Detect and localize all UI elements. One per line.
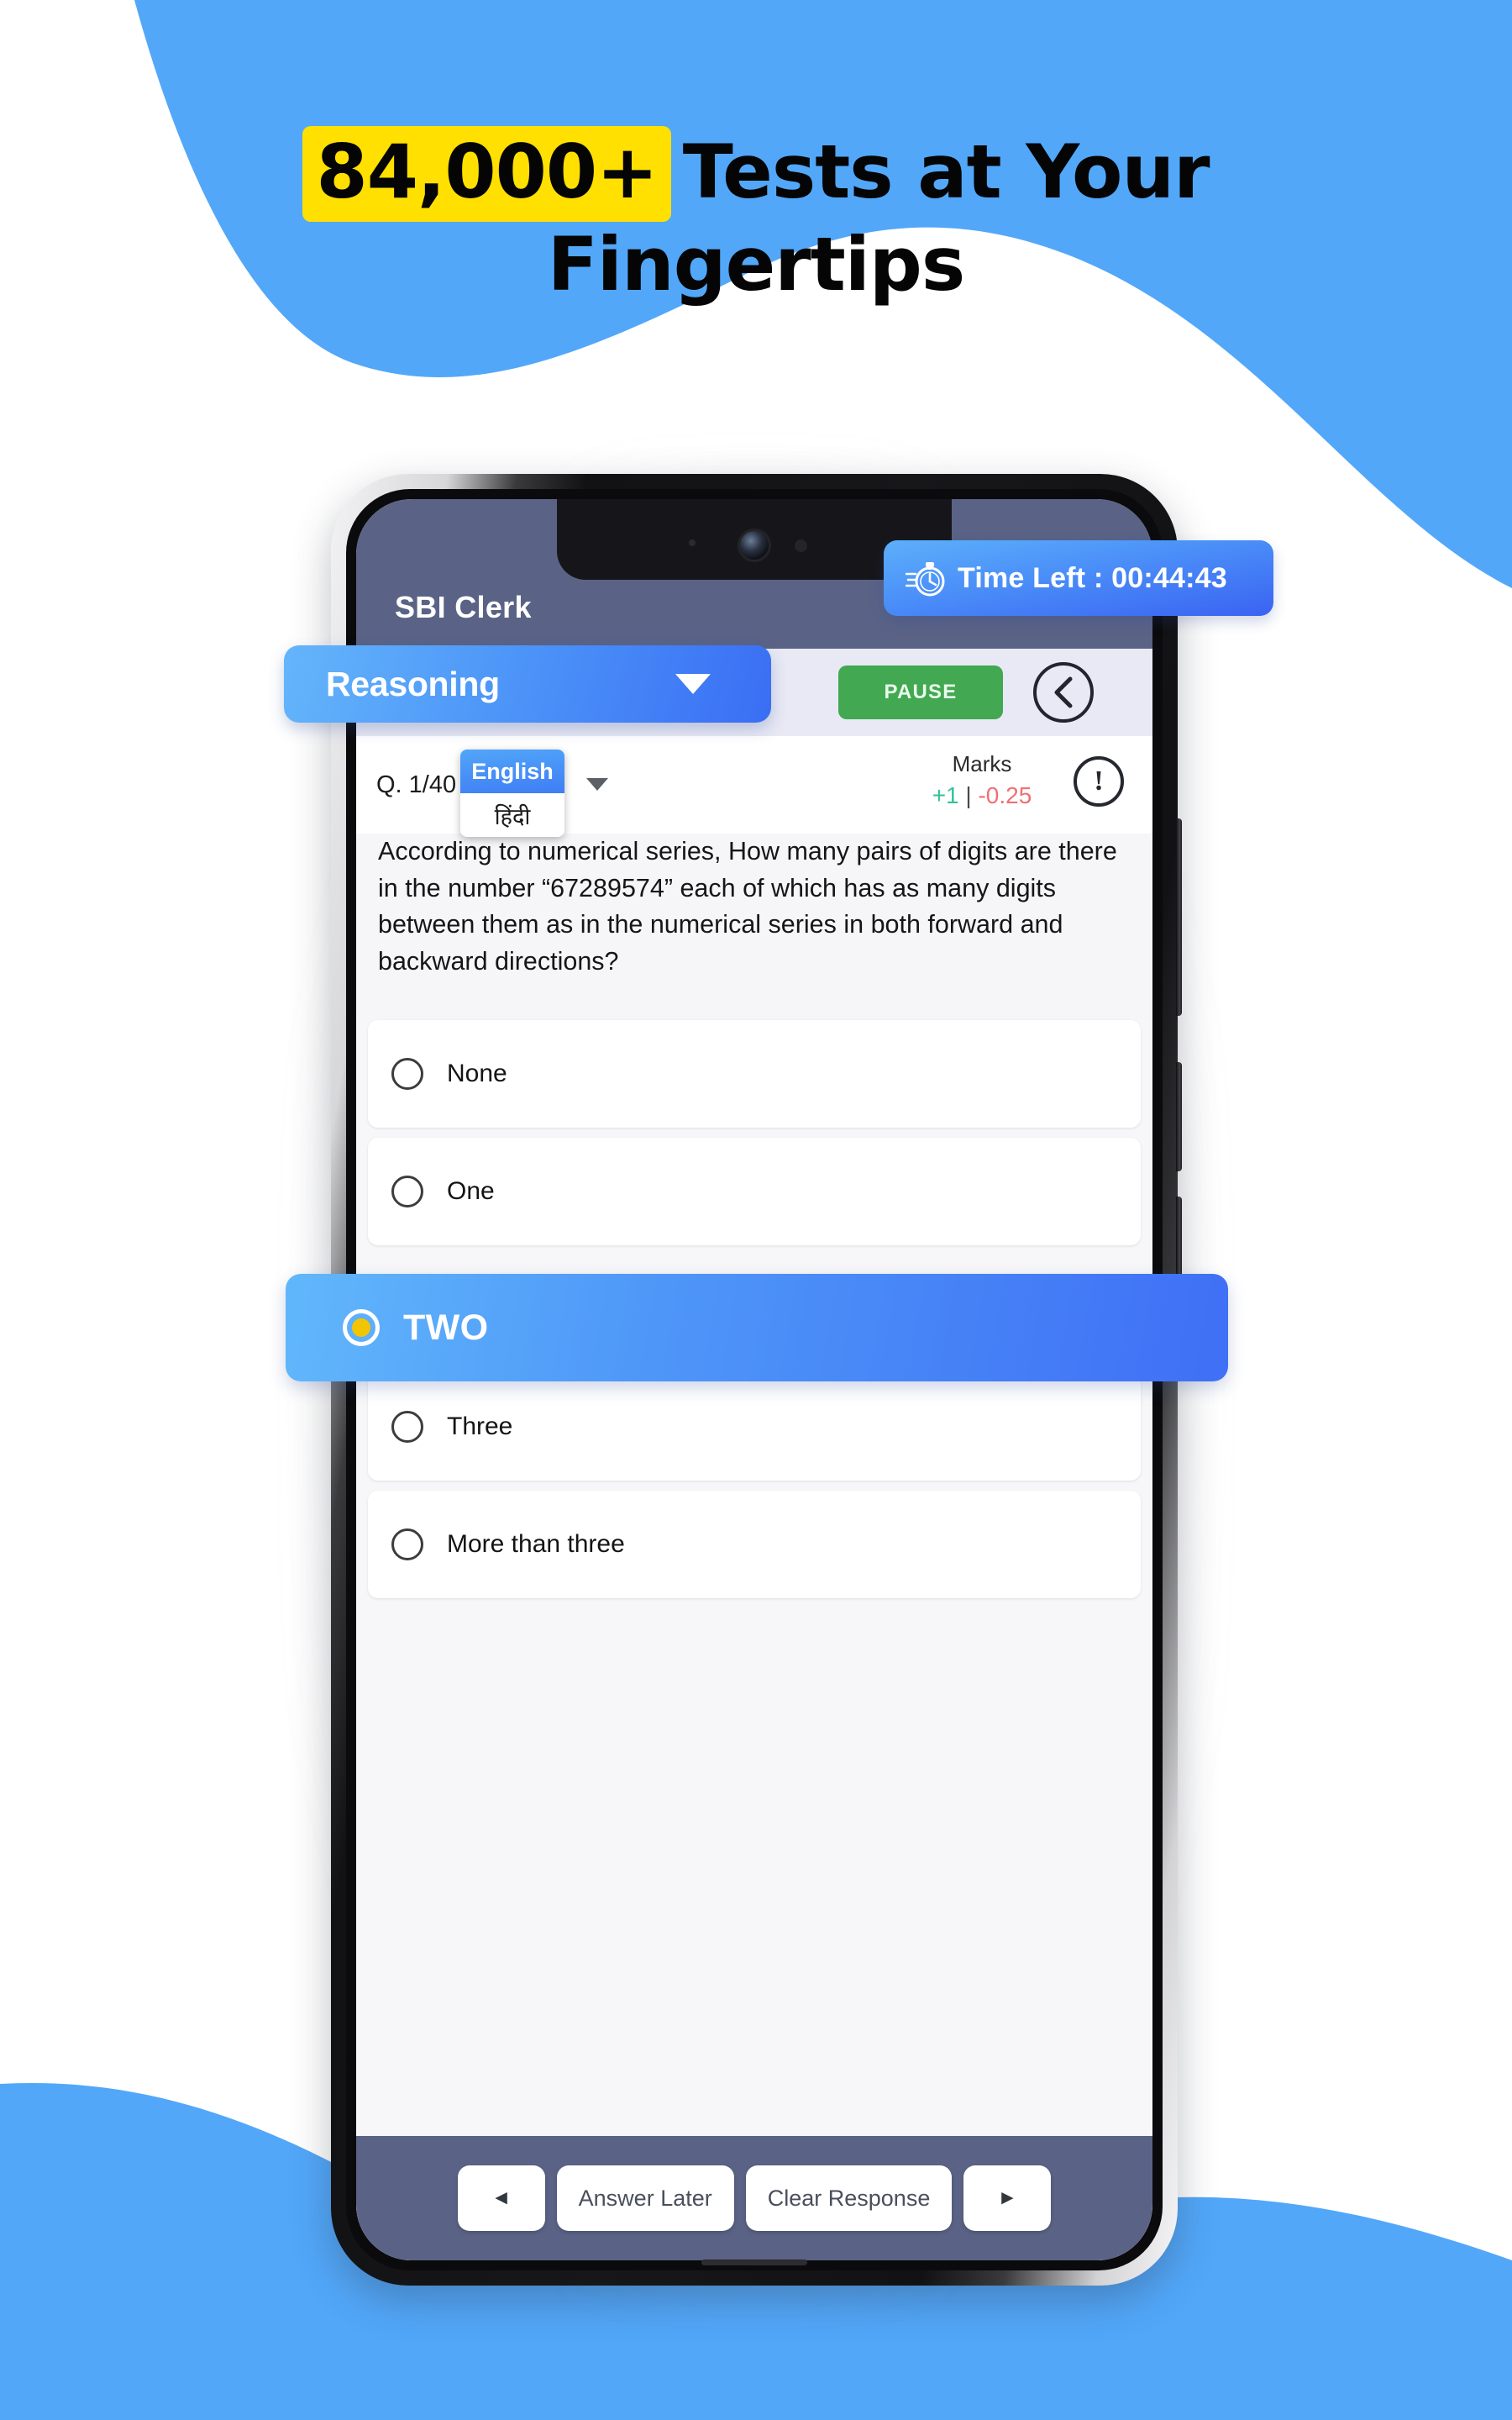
language-dropdown[interactable]: English हिंदी — [460, 750, 564, 837]
promo-headline: 84,000+ Tests at Your Fingertips — [0, 126, 1512, 308]
options-list: None One Three More than three — [356, 1020, 1152, 2260]
previous-question-button[interactable]: ◄ — [457, 2165, 545, 2231]
option-row-none[interactable]: None — [368, 1020, 1141, 1128]
headline-count-badge: 84,000+ — [302, 126, 671, 223]
front-camera-icon — [740, 531, 769, 560]
headline-rest: Tests at Your — [682, 129, 1210, 215]
next-question-button[interactable]: ► — [963, 2165, 1052, 2231]
option-label: More than three — [447, 1530, 625, 1558]
triangle-right-icon: ► — [997, 2186, 1018, 2209]
section-label: Reasoning — [326, 664, 500, 703]
time-left-badge[interactable]: Time Left : 00:44:43 — [884, 540, 1273, 616]
marks-negative: -0.25 — [978, 782, 1032, 808]
radio-button-selected-icon[interactable] — [343, 1309, 380, 1346]
language-option-hindi[interactable]: हिंदी — [460, 793, 564, 837]
question-meta-row: Q. 1/40 English हिंदी Marks +1 | -0.25 ! — [356, 736, 1152, 837]
chevron-down-icon — [675, 674, 711, 694]
marks-values: +1 | -0.25 — [919, 782, 1045, 809]
chevron-left-icon — [1054, 676, 1073, 708]
option-row-one[interactable]: One — [368, 1138, 1141, 1245]
language-caret-down-icon[interactable] — [586, 778, 608, 791]
sensor-dot-right-icon — [795, 539, 807, 552]
radio-button-icon[interactable] — [391, 1411, 423, 1443]
stopwatch-icon — [906, 557, 946, 599]
option-row-two-selected[interactable]: TWO — [286, 1274, 1228, 1381]
marks-block: Marks +1 | -0.25 — [919, 751, 1045, 809]
radio-dot — [352, 1318, 370, 1337]
phone-power-button — [1176, 1062, 1182, 1171]
answer-later-button[interactable]: Answer Later — [556, 2165, 734, 2231]
marks-label: Marks — [952, 751, 1012, 776]
marks-separator: | — [965, 782, 972, 808]
option-label: One — [447, 1177, 495, 1205]
triangle-left-icon: ◄ — [491, 2186, 512, 2209]
phone-volume-button — [1176, 818, 1182, 1016]
question-nav-bar: ◄ Answer Later Clear Response ► — [356, 2136, 1152, 2260]
option-row-three[interactable]: Three — [368, 1373, 1141, 1481]
option-label: Three — [447, 1413, 513, 1440]
option-row-more-than-three[interactable]: More than three — [368, 1491, 1141, 1598]
sensor-dot-left-icon — [689, 539, 696, 546]
clear-response-button[interactable]: Clear Response — [745, 2165, 953, 2231]
language-option-english[interactable]: English — [460, 750, 564, 793]
radio-button-icon[interactable] — [391, 1176, 423, 1207]
home-indicator — [701, 2260, 807, 2265]
section-selector[interactable]: Reasoning — [284, 645, 771, 723]
time-left-label: Time Left : 00:44:43 — [958, 561, 1227, 594]
question-text: According to numerical series, How many … — [378, 837, 1117, 976]
headline-line-2: Fingertips — [547, 221, 966, 308]
exclamation-circle-icon[interactable]: ! — [1074, 756, 1124, 807]
pause-button[interactable]: PAUSE — [838, 666, 1003, 719]
headline-line-1: 84,000+ Tests at Your — [0, 126, 1512, 223]
back-button[interactable] — [1033, 662, 1094, 723]
marks-positive: +1 — [932, 782, 959, 808]
question-counter: Q. 1/40 — [376, 771, 457, 798]
option-label: TWO — [403, 1307, 489, 1348]
radio-button-icon[interactable] — [391, 1528, 423, 1560]
app-title: SBI Clerk — [395, 590, 532, 624]
option-label: None — [447, 1060, 507, 1087]
radio-button-icon[interactable] — [391, 1058, 423, 1090]
